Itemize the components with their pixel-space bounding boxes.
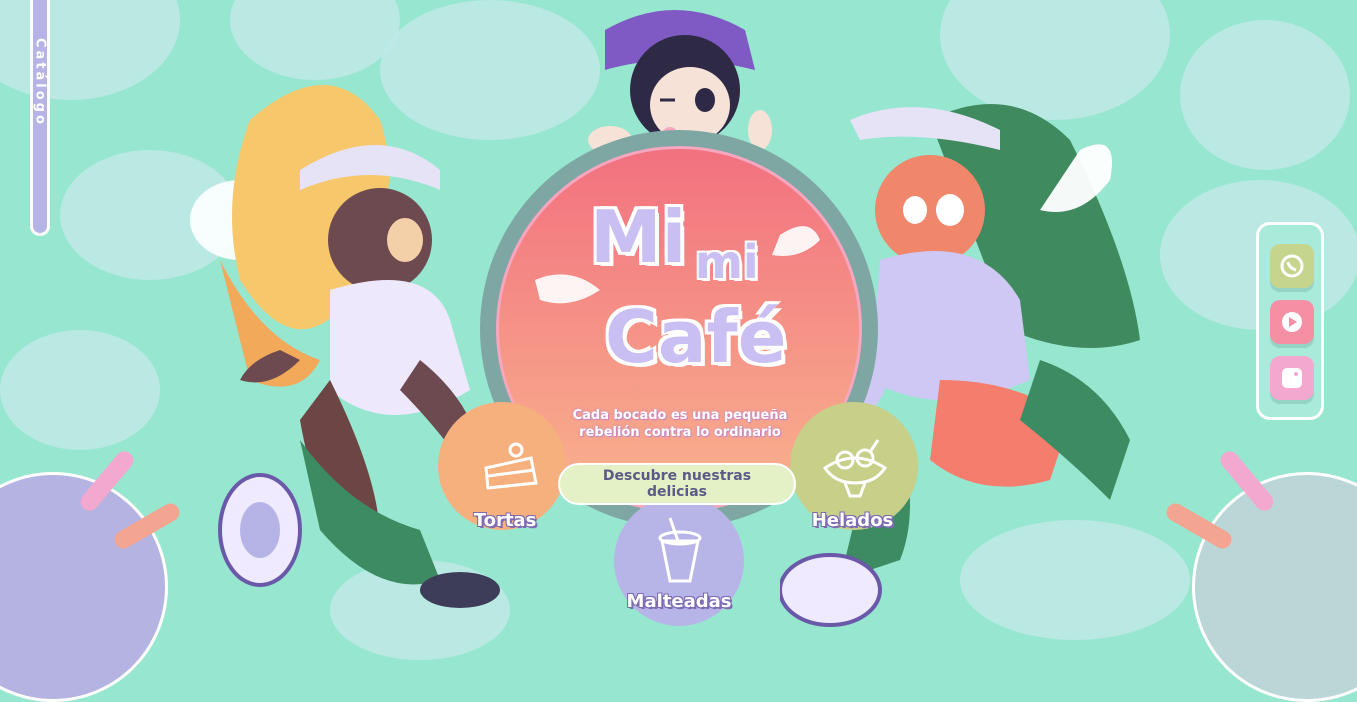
background-blob — [1180, 20, 1350, 170]
left-character-illustration — [190, 85, 500, 608]
cake-icon — [484, 442, 538, 490]
youtube-icon — [1282, 312, 1302, 332]
category-label-helados: Helados — [811, 510, 894, 531]
discover-button[interactable]: Descubre nuestras delicias — [558, 463, 796, 505]
brand-logo: Mi mi Café — [510, 195, 850, 405]
tagline-line-2: rebelión contra lo ordinario — [579, 425, 781, 440]
whatsapp-icon — [1280, 254, 1304, 278]
background-blob — [0, 0, 180, 100]
background-blob — [0, 330, 160, 450]
corner-decoration-right — [1192, 472, 1357, 702]
social-links-panel — [1256, 222, 1324, 420]
cta-line-2: delicias — [647, 484, 707, 500]
cta-line-1: Descubre nuestras — [602, 468, 752, 484]
logo-word-cafe: Café — [605, 295, 787, 379]
logo-word-mi: Mi — [590, 195, 687, 279]
whatsapp-button[interactable] — [1270, 244, 1314, 288]
logo-word-mi-small: mi — [695, 235, 759, 289]
category-label-malteadas: Malteadas — [626, 591, 732, 612]
category-label-tortas: Tortas — [473, 510, 537, 531]
instagram-icon — [1282, 368, 1302, 388]
ice-cream-icon — [822, 439, 888, 498]
catalog-tab[interactable]: Catálogo — [30, 0, 50, 236]
hero-tagline: Cada bocado es una pequeña rebelión cont… — [540, 407, 820, 441]
catalog-tab-label: Catálogo — [32, 38, 48, 127]
youtube-button[interactable] — [1270, 300, 1314, 344]
instagram-button[interactable] — [1270, 356, 1314, 400]
tagline-line-1: Cada bocado es una pequeña — [572, 408, 788, 423]
milkshake-icon — [658, 517, 702, 583]
